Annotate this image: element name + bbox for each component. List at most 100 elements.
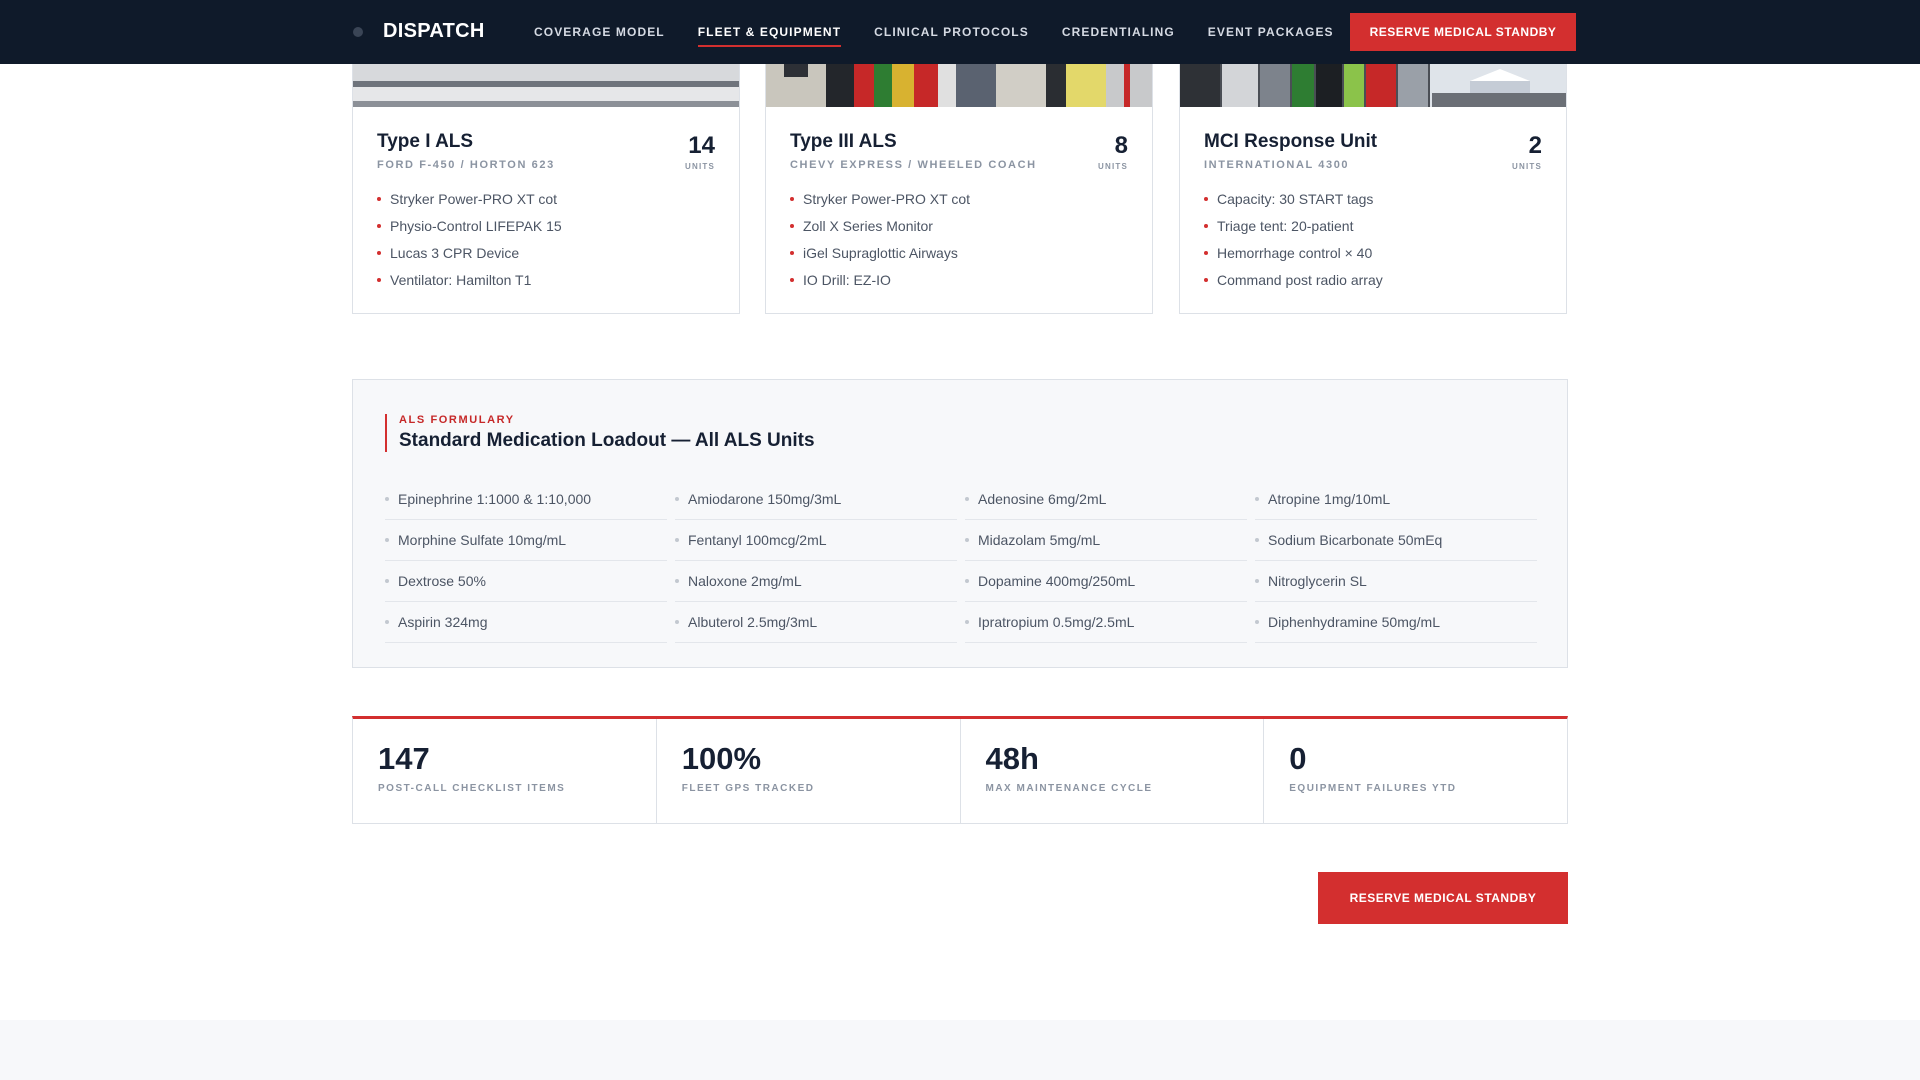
medication-label: Sodium Bicarbonate 50mEq [1268, 532, 1443, 548]
medication-item: Epinephrine 1:1000 & 1:10,000 [385, 479, 667, 520]
fleet-card-mci-response: MCI Response Unit INTERNATIONAL 4300 2 U… [1179, 40, 1567, 314]
stat-checklist-items: 147 POST-CALL CHECKLIST ITEMS [353, 719, 657, 823]
equipment-item: iGel Supraglottic Airways [790, 245, 1128, 261]
medication-label: Amiodarone 150mg/3mL [688, 491, 842, 507]
stat-value: 147 [378, 741, 430, 776]
bullet-icon [385, 620, 389, 624]
fleet-title: Type I ALS [377, 131, 474, 152]
fleet-card-body: Type III ALS CHEVY EXPRESS / WHEELED COA… [790, 131, 1128, 299]
equipment-label: Lucas 3 CPR Device [390, 245, 520, 261]
medication-label: Morphine Sulfate 10mg/mL [398, 532, 567, 548]
unit-count-value: 8 [1114, 132, 1128, 159]
fleet-card-body: MCI Response Unit INTERNATIONAL 4300 2 U… [1204, 131, 1542, 299]
equipment-label: Ventilator: Hamilton T1 [390, 272, 532, 288]
nav-link-fleet-equipment[interactable]: FLEET & EQUIPMENT [697, 21, 842, 47]
equipment-item: Hemorrhage control × 40 [1204, 245, 1542, 261]
fleet-title: Type III ALS [790, 131, 897, 152]
medication-item: Sodium Bicarbonate 50mEq [1255, 520, 1537, 561]
medication-item: Midazolam 5mg/mL [965, 520, 1247, 561]
nav-links: COVERAGE MODEL FLEET & EQUIPMENT CLINICA… [534, 0, 1367, 64]
medication-item: Nitroglycerin SL [1255, 561, 1537, 602]
bullet-icon [675, 497, 679, 501]
equipment-item: Ventilator: Hamilton T1 [377, 272, 715, 288]
bullet-icon [675, 620, 679, 624]
bullet-icon [377, 251, 381, 255]
formulary-title: Standard Medication Loadout — All ALS Un… [399, 430, 815, 451]
equipment-label: Capacity: 30 START tags [1217, 191, 1374, 207]
unit-count-label: UNITS [685, 162, 715, 171]
brand-name: DISPATCH [383, 20, 485, 42]
medication-label: Epinephrine 1:1000 & 1:10,000 [398, 491, 592, 507]
medication-label: Fentanyl 100mcg/2mL [688, 532, 827, 548]
unit-count-value: 2 [1528, 132, 1542, 159]
bullet-icon [965, 497, 969, 501]
stat-gps-tracked: 100% FLEET GPS TRACKED [657, 719, 961, 823]
brand-logo[interactable]: DISPATCH [353, 20, 485, 43]
equipment-label: Hemorrhage control × 40 [1217, 245, 1373, 261]
medication-item: Adenosine 6mg/2mL [965, 479, 1247, 520]
fleet-card-body: Type I ALS FORD F-450 / HORTON 623 14 UN… [377, 131, 715, 299]
bullet-icon [377, 197, 381, 201]
stat-maintenance-cycle: 48h MAX MAINTENANCE CYCLE [961, 719, 1265, 823]
medication-item: Dextrose 50% [385, 561, 667, 602]
stat-label: POST-CALL CHECKLIST ITEMS [378, 783, 566, 794]
unit-count-label: UNITS [1512, 162, 1542, 171]
bullet-icon [790, 251, 794, 255]
bullet-icon [790, 197, 794, 201]
nav-link-coverage-model[interactable]: COVERAGE MODEL [534, 21, 665, 43]
bullet-icon [1255, 538, 1259, 542]
equipment-item: Stryker Power-PRO XT cot [790, 191, 1128, 207]
equipment-label: Command post radio array [1217, 272, 1383, 288]
bullet-icon [1255, 497, 1259, 501]
bullet-icon [1255, 579, 1259, 583]
medication-label: Dopamine 400mg/250mL [978, 573, 1136, 589]
medication-item: Atropine 1mg/10mL [1255, 479, 1537, 520]
reserve-standby-nav-button[interactable]: RESERVE MEDICAL STANDBY [1350, 13, 1576, 51]
nav-link-event-packages[interactable]: EVENT PACKAGES [1208, 21, 1334, 43]
nav-link-credentialing[interactable]: CREDENTIALING [1062, 21, 1175, 43]
stat-value: 48h [985, 741, 1039, 776]
stat-label: FLEET GPS TRACKED [681, 783, 815, 794]
bullet-icon [1255, 620, 1259, 624]
fleet-subtitle: INTERNATIONAL 4300 [1204, 159, 1350, 171]
bullet-icon [1204, 278, 1208, 282]
medication-label: Adenosine 6mg/2mL [978, 491, 1107, 507]
medication-item: Aspirin 324mg [385, 602, 667, 643]
stat-value: 100% [681, 741, 762, 776]
medication-item: Morphine Sulfate 10mg/mL [385, 520, 667, 561]
bullet-icon [385, 497, 389, 501]
nav-link-clinical-protocols[interactable]: CLINICAL PROTOCOLS [874, 21, 1029, 43]
stat-value: 0 [1289, 741, 1307, 776]
equipment-label: Stryker Power-PRO XT cot [390, 191, 558, 207]
stat-label: EQUIPMENT FAILURES YTD [1289, 783, 1457, 794]
medication-item: Dopamine 400mg/250mL [965, 561, 1247, 602]
medication-label: Naloxone 2mg/mL [688, 573, 802, 589]
fleet-title: MCI Response Unit [1204, 131, 1378, 152]
unit-count-value: 14 [688, 132, 715, 159]
equipment-label: Triage tent: 20-patient [1217, 218, 1354, 234]
equipment-item: Command post radio array [1204, 272, 1542, 288]
medication-label: Albuterol 2.5mg/3mL [688, 614, 818, 630]
equipment-item: Physio-Control LIFEPAK 15 [377, 218, 715, 234]
medication-item: Ipratropium 0.5mg/2.5mL [965, 602, 1247, 643]
reserve-standby-button[interactable]: RESERVE MEDICAL STANDBY [1318, 872, 1568, 924]
medication-item: Diphenhydramine 50mg/mL [1255, 602, 1537, 643]
unit-count: 14 UNITS [685, 132, 715, 172]
equipment-label: iGel Supraglottic Airways [803, 245, 958, 261]
unit-count-label: UNITS [1098, 162, 1128, 171]
als-formulary-panel: ALS FORMULARY Standard Medication Loadou… [352, 379, 1568, 668]
medication-label: Midazolam 5mg/mL [978, 532, 1101, 548]
stat-label: MAX MAINTENANCE CYCLE [985, 783, 1153, 794]
brand-dot-icon [353, 26, 363, 37]
equipment-item: IO Drill: EZ-IO [790, 272, 1128, 288]
equipment-item: Zoll X Series Monitor [790, 218, 1128, 234]
fleet-subtitle: CHEVY EXPRESS / WHEELED COACH [790, 159, 1037, 171]
fleet-subtitle: FORD F-450 / HORTON 623 [377, 159, 555, 171]
medication-label: Dextrose 50% [398, 573, 486, 589]
unit-count: 2 UNITS [1512, 132, 1542, 172]
medication-grid: Epinephrine 1:1000 & 1:10,000 Amiodarone… [385, 479, 1537, 643]
medication-item: Albuterol 2.5mg/3mL [675, 602, 957, 643]
bullet-icon [675, 579, 679, 583]
equipment-item: Stryker Power-PRO XT cot [377, 191, 715, 207]
bullet-icon [965, 579, 969, 583]
